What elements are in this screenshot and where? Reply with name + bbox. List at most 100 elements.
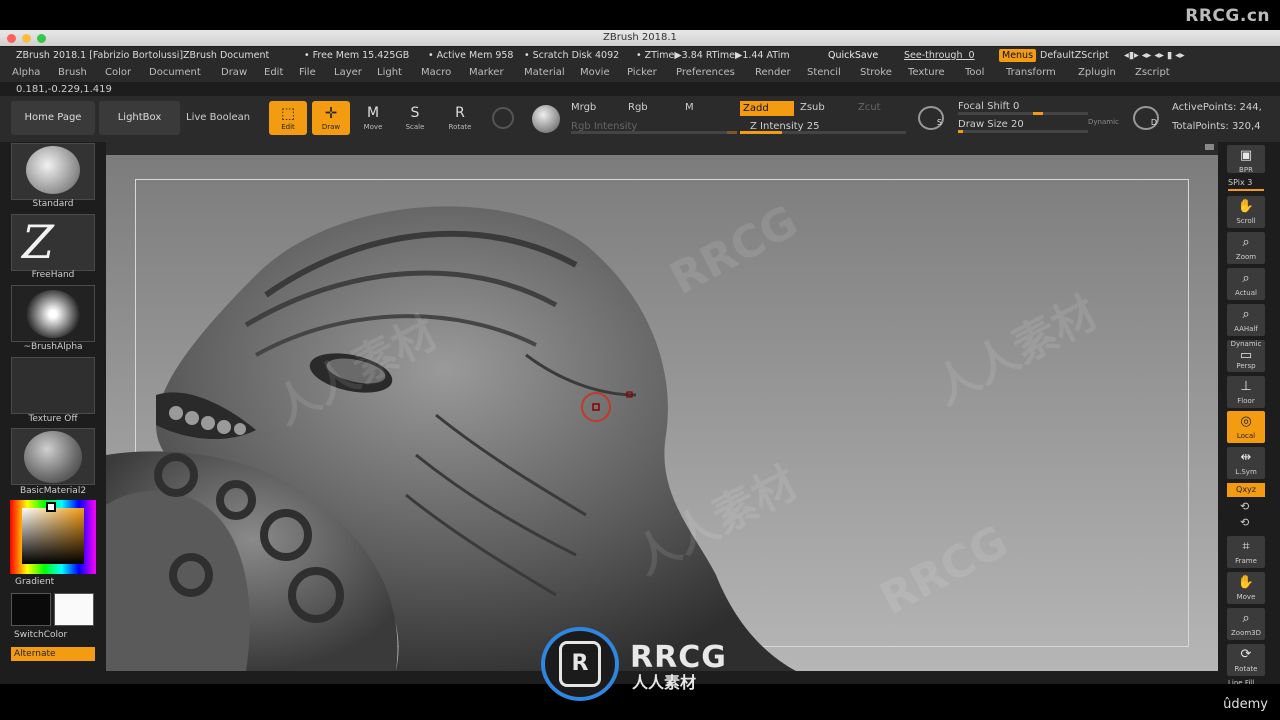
menu-zscript[interactable]: Zscript xyxy=(1135,64,1170,82)
canvas-scroll-handle-icon[interactable] xyxy=(1205,144,1214,150)
color-hue-marker[interactable] xyxy=(46,502,56,512)
active-points: ActivePoints: 244, xyxy=(1172,102,1262,113)
menu-stencil[interactable]: Stencil xyxy=(807,64,841,82)
dynamic-toggle[interactable]: Dynamic xyxy=(1088,118,1119,126)
color-picker[interactable] xyxy=(10,500,96,574)
alpha-label: ~BrushAlpha xyxy=(23,342,83,352)
symmetry-s-icon[interactable]: S xyxy=(918,106,944,130)
m-button[interactable]: M xyxy=(685,102,694,113)
menu-brush[interactable]: Brush xyxy=(58,64,87,82)
focal-shift-knob[interactable] xyxy=(1033,112,1043,115)
move-hand-icon: ✋ xyxy=(1237,575,1255,590)
brush-label: Standard xyxy=(32,199,74,209)
zoom-window-button[interactable] xyxy=(37,34,46,43)
rrcg-logo-subtext: 人人素材 xyxy=(632,673,697,692)
aahalf-button[interactable]: ⌕ AAHalf xyxy=(1227,304,1265,336)
menu-alpha[interactable]: Alpha xyxy=(12,64,40,82)
material-selector[interactable] xyxy=(11,428,95,485)
mrgb-button[interactable]: Mrgb xyxy=(571,102,596,113)
move-view-button[interactable]: ✋ Move xyxy=(1227,572,1265,604)
rotate-view-button[interactable]: ⟳ Rotate xyxy=(1227,644,1265,676)
z-intensity-fill[interactable] xyxy=(740,131,782,134)
zoom-button[interactable]: ⌕ Zoom xyxy=(1227,232,1265,264)
zadd-button[interactable]: Zadd xyxy=(740,101,794,116)
layout-arrows-icon[interactable]: ◂▮▸ ◂▸ ◂▸ ▮ ◂▸ xyxy=(1124,47,1185,64)
menu-light[interactable]: Light xyxy=(377,64,402,82)
zoom3d-button[interactable]: ⌕ Zoom3D xyxy=(1227,608,1265,640)
menu-render[interactable]: Render xyxy=(755,64,791,82)
menu-zplugin[interactable]: Zplugin xyxy=(1078,64,1116,82)
menu-material[interactable]: Material xyxy=(524,64,565,82)
scroll-button[interactable]: ✋ Scroll xyxy=(1227,196,1265,228)
material-sphere-icon[interactable] xyxy=(532,105,560,133)
brush-selector[interactable] xyxy=(11,143,95,200)
home-page-button[interactable]: Home Page xyxy=(11,101,95,135)
spix-slider[interactable]: SPix 3 xyxy=(1228,178,1252,187)
menu-stroke[interactable]: Stroke xyxy=(860,64,892,82)
menu-macro[interactable]: Macro xyxy=(421,64,451,82)
menu-marker[interactable]: Marker xyxy=(469,64,504,82)
sculpt-model[interactable] xyxy=(106,155,1218,671)
frame-button[interactable]: ⌗ Frame xyxy=(1227,536,1265,568)
see-through-slider[interactable]: See-through 0 xyxy=(904,47,975,64)
menu-color[interactable]: Color xyxy=(105,64,131,82)
gizmo-circle-icon[interactable] xyxy=(492,107,514,129)
draw-size-fill[interactable] xyxy=(958,130,963,133)
document-canvas[interactable]: 人人素材 RRCG 人人素材 人人素材 RRCG xyxy=(106,155,1218,671)
menus-toggle[interactable]: Menus xyxy=(999,49,1037,62)
alpha-selector[interactable] xyxy=(11,285,95,342)
canvas-top-strip xyxy=(106,142,1218,155)
rotate-view-label: Rotate xyxy=(1234,665,1258,673)
default-zscript-button[interactable]: DefaultZScript xyxy=(1040,47,1109,64)
close-window-button[interactable] xyxy=(7,34,16,43)
menu-transform[interactable]: Transform xyxy=(1006,64,1056,82)
symmetry-d-icon[interactable]: D xyxy=(1133,106,1159,130)
brush-alpha-icon xyxy=(26,290,80,338)
rrcg-logo-icon: R xyxy=(541,627,619,701)
rgb-button[interactable]: Rgb xyxy=(628,102,648,113)
y-rotation-icon[interactable]: ⟲ xyxy=(1240,500,1249,513)
menu-file[interactable]: File xyxy=(299,64,316,82)
status-bar: ZBrush 2018.1 [Fabrizio Bortolussi]ZBrus… xyxy=(0,47,1280,64)
quicksave-button[interactable]: QuickSave xyxy=(828,47,878,64)
stroke-selector[interactable]: Z xyxy=(11,214,95,271)
menu-tool[interactable]: Tool xyxy=(965,64,984,82)
texture-selector[interactable] xyxy=(11,357,95,414)
color-picker-square[interactable] xyxy=(22,508,84,564)
scale-mode-button[interactable]: S Scale xyxy=(396,101,434,135)
rgb-intensity-knob[interactable] xyxy=(727,131,737,134)
switch-color-button[interactable]: SwitchColor xyxy=(11,630,95,640)
floor-button[interactable]: ⊥ Floor xyxy=(1227,376,1265,408)
menu-texture[interactable]: Texture xyxy=(908,64,945,82)
lightbox-button[interactable]: LightBox xyxy=(99,101,180,135)
alternate-toggle[interactable]: Alternate xyxy=(11,647,95,661)
aahalf-icon: ⌕ xyxy=(1242,307,1250,322)
zsub-button[interactable]: Zsub xyxy=(800,102,825,113)
z-rotation-icon[interactable]: ⟲ xyxy=(1240,516,1249,529)
draw-mode-button[interactable]: ✛ Draw xyxy=(312,101,350,135)
edit-mode-button[interactable]: ⬚ Edit xyxy=(269,101,307,135)
draw-size-slider[interactable]: Draw Size 20 xyxy=(958,119,1024,130)
persp-button[interactable]: Dynamic ▭ Persp xyxy=(1227,340,1265,372)
zcut-button[interactable]: Zcut xyxy=(858,102,881,113)
actual-button[interactable]: ⌕ Actual xyxy=(1227,268,1265,300)
menu-draw[interactable]: Draw xyxy=(221,64,247,82)
secondary-color-swatch[interactable] xyxy=(54,593,94,626)
rotate-mode-button[interactable]: R Rotate xyxy=(441,101,479,135)
menu-document[interactable]: Document xyxy=(149,64,201,82)
xyz-rotation-button[interactable]: Qxyz xyxy=(1227,483,1265,497)
lsym-button[interactable]: ⇹ L.Sym xyxy=(1227,447,1265,479)
menu-preferences[interactable]: Preferences xyxy=(676,64,735,82)
focal-shift-slider[interactable]: Focal Shift 0 xyxy=(958,101,1019,112)
menu-picker[interactable]: Picker xyxy=(627,64,657,82)
minimize-window-button[interactable] xyxy=(22,34,31,43)
main-color-swatch[interactable] xyxy=(11,593,51,626)
live-boolean-button[interactable]: Live Boolean xyxy=(186,112,250,123)
move-mode-button[interactable]: M Move xyxy=(354,101,392,135)
local-button[interactable]: ◎ Local xyxy=(1227,411,1265,443)
menu-movie[interactable]: Movie xyxy=(580,64,610,82)
menu-edit[interactable]: Edit xyxy=(264,64,283,82)
gradient-label[interactable]: Gradient xyxy=(11,577,95,587)
bpr-button[interactable]: ▣ BPR xyxy=(1227,145,1265,174)
menu-layer[interactable]: Layer xyxy=(334,64,362,82)
